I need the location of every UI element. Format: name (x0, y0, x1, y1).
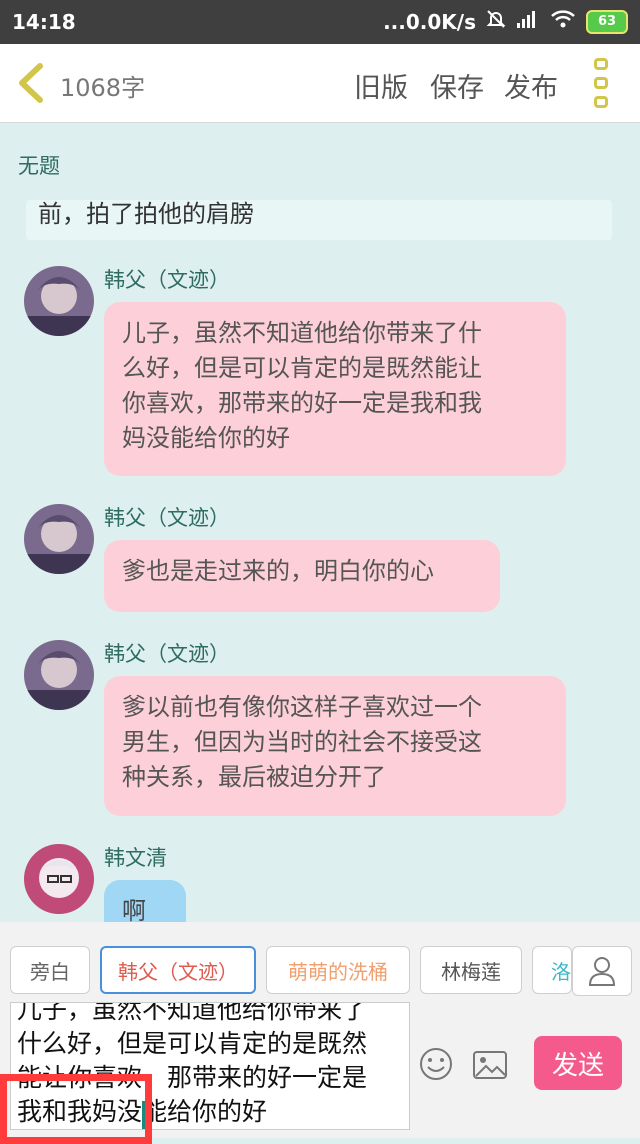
status-bar: 14:18 ...0.0K/s 63 (0, 0, 640, 44)
save-button[interactable]: 保存 (430, 66, 484, 105)
message-bubble[interactable]: 爹也是走过来的，明白你的心 (104, 540, 500, 612)
role-tab[interactable]: 洛 (532, 946, 572, 994)
message-line: 男生，但因为当时的社会不接受这 (122, 728, 482, 756)
role-label: 旁白 (30, 959, 70, 984)
chapter-title: 无题 (18, 154, 60, 178)
role-tab[interactable]: 旁白 (10, 946, 90, 994)
image-icon[interactable] (472, 1050, 508, 1080)
avatar[interactable] (24, 844, 94, 914)
message-line: 啊 (122, 897, 146, 922)
message-line: 你喜欢，那带来的好一定是我和我 (122, 389, 482, 417)
message-line: 儿子，虽然不知道他给你带来了什 (122, 319, 482, 347)
bell-muted-icon (486, 9, 506, 34)
role-tab[interactable]: 林梅莲 (420, 946, 522, 994)
word-count: 1068字 (60, 74, 146, 102)
chat-area[interactable]: 无题 前，拍了拍他的肩膀 韩父（文迹） 儿子，虽然不知道他给你带来了什 么好，但… (0, 122, 640, 922)
wifi-icon (550, 9, 576, 34)
message-line: 妈没能给你的好 (122, 424, 290, 452)
message-line: 爹也是走过来的，明白你的心 (122, 557, 434, 585)
emoji-icon[interactable] (418, 1046, 454, 1082)
top-bar: 1068字 旧版 保存 发布 (0, 44, 640, 123)
role-label: 韩父（文迹） (118, 959, 238, 984)
speaker-name: 韩文清 (104, 846, 167, 870)
user-icon[interactable] (572, 946, 632, 996)
input-line: 什么好，但是可以肯定的是既然 (17, 1029, 368, 1058)
publish-button[interactable]: 发布 (504, 66, 558, 105)
message-line: 么好，但是可以肯定的是既然能让 (122, 354, 482, 382)
chevron-left-icon[interactable] (16, 62, 46, 104)
highlight-box (0, 1074, 152, 1144)
message-line: 种关系，最后被迫分开了 (122, 763, 386, 791)
status-indicators: ...0.0K/s 63 (383, 9, 628, 34)
role-label: 萌萌的洗桶 (288, 959, 388, 984)
speaker-name: 韩父（文迹） (104, 268, 230, 292)
input-line: 儿子，虽然不知道他给你带来了 (17, 1002, 368, 1024)
speaker-name: 韩父（文迹） (104, 642, 230, 666)
avatar[interactable] (24, 640, 94, 710)
role-tab-active[interactable]: 韩父（文迹） (100, 946, 256, 994)
avatar[interactable] (24, 504, 94, 574)
role-tab[interactable]: 萌萌的洗桶 (266, 946, 410, 994)
network-speed: ...0.0K/s (383, 9, 476, 34)
message-line: 爹以前也有像你这样子喜欢过一个 (122, 693, 482, 721)
message-bubble[interactable]: 儿子，虽然不知道他给你带来了什 么好，但是可以肯定的是既然能让 你喜欢，那带来的… (104, 302, 566, 476)
send-button[interactable]: 发送 (534, 1036, 622, 1090)
more-vertical-icon[interactable] (594, 58, 614, 108)
message-bubble[interactable]: 啊 (104, 880, 186, 922)
message-bubble[interactable]: 爹以前也有像你这样子喜欢过一个 男生，但因为当时的社会不接受这 种关系，最后被迫… (104, 676, 566, 816)
status-time: 14:18 (12, 10, 76, 34)
narration-bubble[interactable]: 前，拍了拍他的肩膀 (26, 200, 612, 240)
speaker-name: 韩父（文迹） (104, 506, 230, 530)
signal-icon (516, 9, 540, 34)
avatar[interactable] (24, 266, 94, 336)
role-label: 林梅莲 (441, 959, 501, 984)
old-version-button[interactable]: 旧版 (354, 66, 408, 105)
role-label: 洛 (551, 959, 571, 984)
battery-icon: 63 (586, 9, 628, 34)
role-selector: 旁白 韩父（文迹） 萌萌的洗桶 林梅莲 洛 (0, 922, 640, 1002)
